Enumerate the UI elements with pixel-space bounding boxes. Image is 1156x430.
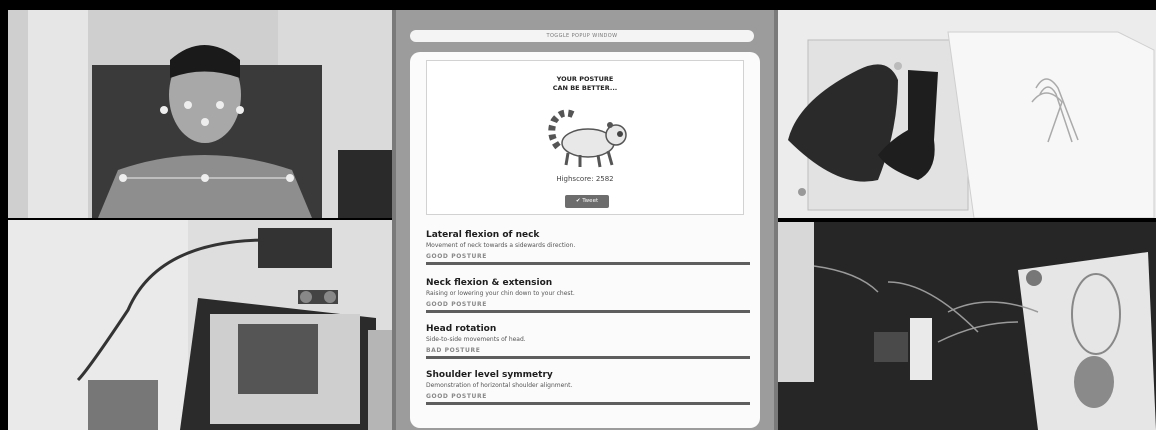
metric-lateral-flexion: Lateral flexion of neck Movement of neck… bbox=[426, 230, 750, 274]
webcam-photo bbox=[8, 10, 392, 218]
toggle-popup-button[interactable]: TOGGLE POPUP WINDOW bbox=[410, 30, 754, 42]
metric-progress-bar bbox=[426, 356, 750, 359]
lemur-icon bbox=[548, 109, 627, 168]
posture-result-box: YOUR POSTURE CAN BE BETTER... Highscore:… bbox=[426, 60, 744, 215]
metric-shoulder-symmetry: Shoulder level symmetry Demonstration of… bbox=[426, 370, 750, 414]
metric-title: Neck flexion & extension bbox=[426, 278, 553, 288]
metric-progress-bar bbox=[426, 310, 750, 313]
posture-app-panel: TOGGLE POPUP WINDOW YOUR POSTURE CAN BE … bbox=[392, 10, 778, 430]
metric-title: Lateral flexion of neck bbox=[426, 230, 540, 240]
metric-neck-flexion: Neck flexion & extension Raising or lowe… bbox=[426, 278, 750, 322]
metric-title: Head rotation bbox=[426, 324, 497, 334]
metric-status: BAD POSTURE bbox=[426, 347, 481, 354]
metric-status: GOOD POSTURE bbox=[426, 393, 487, 400]
metric-progress-bar bbox=[426, 262, 750, 265]
result-title: YOUR POSTURE CAN BE BETTER... bbox=[552, 75, 618, 92]
figure-frame: TOGGLE POPUP WINDOW YOUR POSTURE CAN BE … bbox=[0, 0, 1156, 430]
highscore-text: Highscore: 2582 bbox=[556, 175, 614, 183]
metric-progress-bar bbox=[426, 402, 750, 405]
metric-description: Movement of neck towards a sidewards dir… bbox=[426, 242, 576, 249]
metric-description: Demonstration of horizontal shoulder ali… bbox=[426, 382, 573, 389]
metric-description: Side-to-side movements of head. bbox=[426, 336, 526, 343]
metric-title: Shoulder level symmetry bbox=[426, 370, 553, 380]
product-kit-photo bbox=[778, 10, 1156, 218]
metric-head-rotation: Head rotation Side-to-side movements of … bbox=[426, 324, 750, 368]
metric-status: GOOD POSTURE bbox=[426, 253, 487, 260]
app-card: YOUR POSTURE CAN BE BETTER... Highscore:… bbox=[410, 52, 760, 428]
tweet-button[interactable]: ✔ Tweet bbox=[565, 195, 609, 208]
metric-status: GOOD POSTURE bbox=[426, 301, 487, 308]
laptop-sensor-photo bbox=[8, 220, 392, 430]
metric-description: Raising or lowering your chin down to yo… bbox=[426, 290, 575, 297]
breadboard-photo bbox=[778, 222, 1156, 430]
